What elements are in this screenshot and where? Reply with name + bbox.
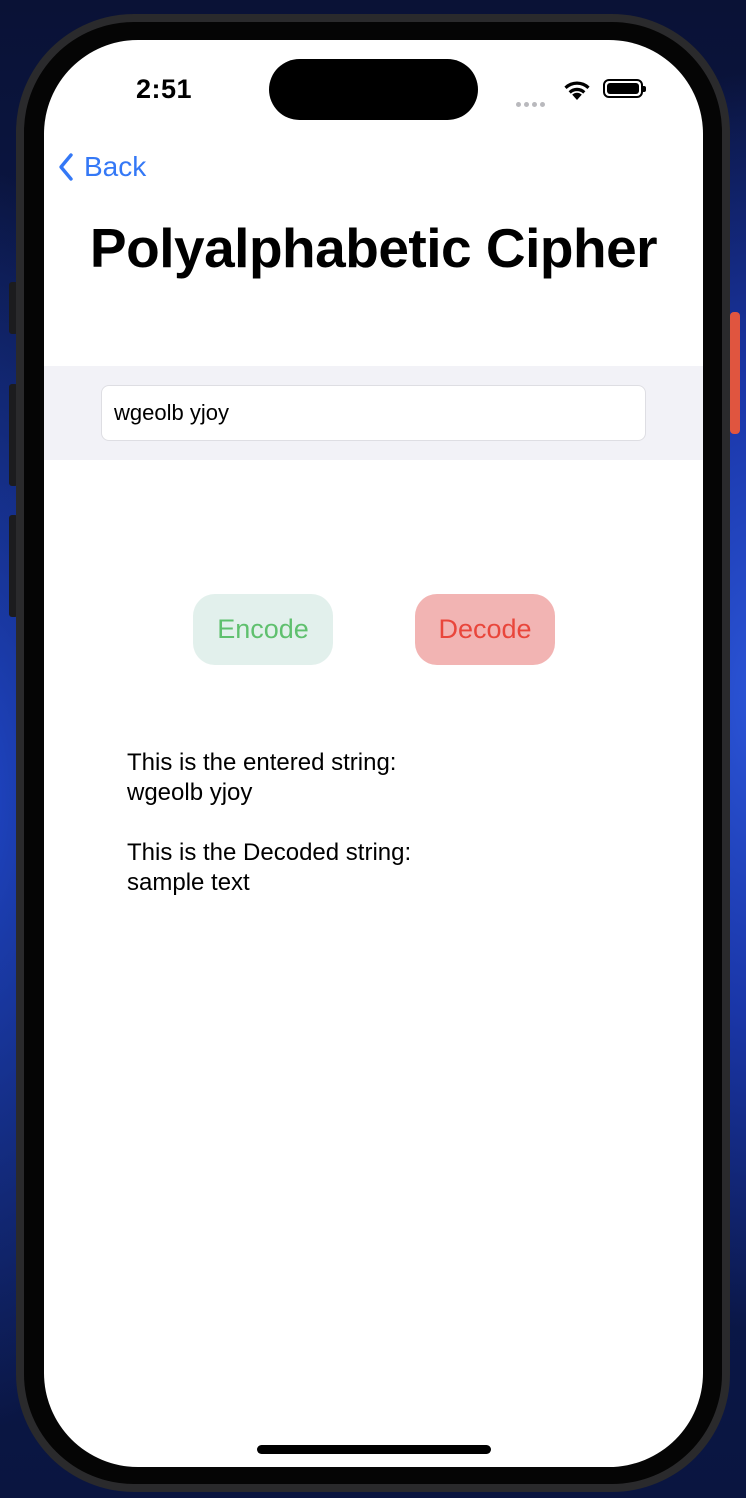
entered-string-caption: This is the entered string: <box>127 749 397 776</box>
desktop-window-edge <box>730 312 740 434</box>
entered-string-value: wgeolb yjoy <box>127 779 253 806</box>
result-output: This is the entered string: wgeolb yjoy … <box>127 748 411 898</box>
status-bar-time: 2:51 <box>136 74 193 104</box>
cellular-signal-icon <box>516 94 550 107</box>
battery-icon <box>603 79 646 98</box>
input-form-section <box>44 366 703 460</box>
cipher-text-input[interactable] <box>101 385 646 441</box>
home-indicator[interactable] <box>257 1445 491 1454</box>
encode-button[interactable]: Encode <box>193 594 333 665</box>
wifi-icon <box>564 81 590 100</box>
decode-button[interactable]: Decode <box>415 594 555 665</box>
decoded-string-value: sample text <box>127 869 250 896</box>
decoded-string-caption: This is the Decoded string: <box>127 839 412 866</box>
app-screen: 2:51 Back Polyalphabetic Cipher Encode D… <box>44 40 703 1467</box>
back-button[interactable]: Back <box>58 147 146 187</box>
page-title: Polyalphabetic Cipher <box>89 217 658 279</box>
back-label: Back <box>84 151 147 182</box>
dynamic-island <box>269 59 478 120</box>
chevron-left-icon <box>59 153 73 181</box>
